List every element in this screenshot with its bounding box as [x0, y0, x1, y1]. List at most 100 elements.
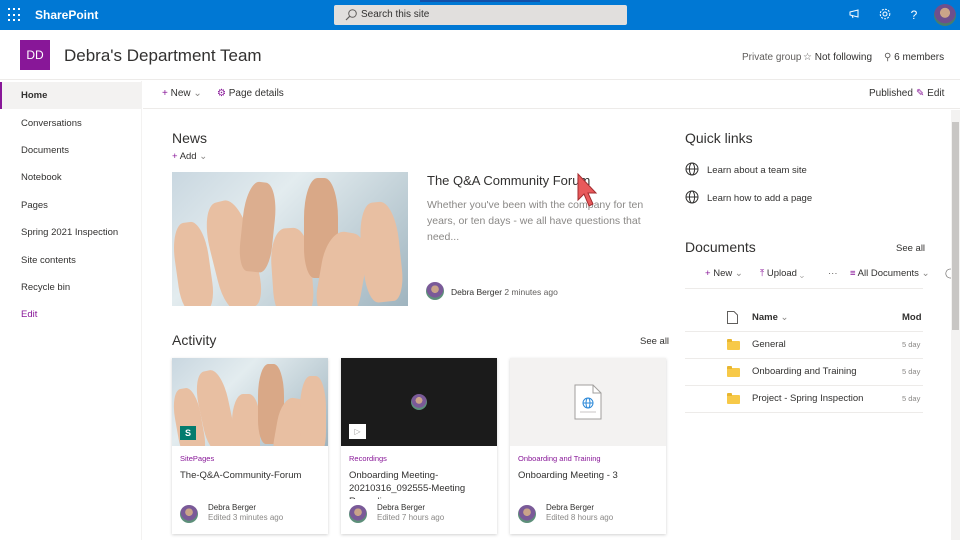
star-icon: ☆ — [803, 52, 812, 63]
news-add-button[interactable]: + Add ⌄ — [172, 151, 207, 162]
site-logo[interactable]: DD — [20, 40, 50, 70]
mouse-cursor-icon — [577, 172, 598, 207]
card-author: Debra Berger — [546, 503, 595, 512]
scrollbar-thumb[interactable] — [952, 122, 959, 330]
edit-button[interactable]: ✎ Edit — [916, 88, 944, 99]
card-thumbnail: S — [172, 358, 328, 446]
search-input[interactable]: Search this site — [334, 5, 627, 25]
app-brand[interactable]: SharePoint — [35, 8, 98, 22]
document-row-modified: 5 day — [902, 340, 921, 349]
upload-icon: ⤒ — [760, 268, 765, 279]
chevron-down-icon: ⌄ — [199, 151, 208, 162]
chevron-down-icon: ⌄ — [780, 312, 789, 323]
avatar[interactable] — [934, 4, 956, 26]
nav-item-conversations[interactable]: Conversations — [0, 110, 142, 137]
document-row-name[interactable]: Onboarding and Training — [752, 366, 857, 377]
documents-see-all-link[interactable]: See all — [896, 243, 925, 254]
search-accent — [420, 0, 540, 2]
chevron-down-icon: ⌄ — [734, 268, 743, 279]
new-button[interactable]: + New ⌄ — [162, 88, 202, 99]
nav-item-home[interactable]: Home — [0, 82, 142, 109]
news-heading: News — [172, 130, 208, 146]
activity-see-all-link[interactable]: See all — [640, 336, 669, 347]
card-avatar — [518, 505, 536, 523]
nav-item-notebook[interactable]: Notebook — [0, 164, 142, 191]
nav-edit-link[interactable]: Edit — [0, 301, 142, 328]
chevron-down-icon: ⌄ — [799, 268, 805, 279]
divider — [685, 385, 923, 386]
privacy-label: Private group — [742, 52, 802, 63]
divider — [685, 331, 923, 332]
members-label: 6 members — [894, 52, 945, 63]
divider — [685, 288, 923, 289]
column-header-name[interactable]: Name ⌄ — [752, 312, 788, 323]
view-selector[interactable]: ≡ All Documents ⌄ — [850, 268, 930, 279]
activity-card[interactable]: ▷ Recordings Onboarding Meeting-20210316… — [341, 358, 497, 534]
column-header-modified[interactable]: Mod — [902, 312, 922, 323]
nav-item-pages[interactable]: Pages — [0, 192, 142, 219]
nav-item-recycle-bin[interactable]: Recycle bin — [0, 274, 142, 301]
card-title: Onboarding Meeting-20210316_092555-Meeti… — [349, 470, 466, 499]
nav-item-spring-inspection[interactable]: Spring 2021 Inspection — [0, 219, 142, 246]
video-play-icon: ▷ — [349, 424, 366, 439]
news-title[interactable]: The Q&A Community Forum — [427, 173, 590, 188]
view-label: All Documents — [857, 268, 919, 279]
page-scrollbar[interactable] — [951, 110, 960, 540]
activity-card[interactable]: Onboarding and Training Onboarding Meeti… — [510, 358, 666, 534]
activity-card[interactable]: S SitePages The-Q&A-Community-Forum Debr… — [172, 358, 328, 534]
site-title[interactable]: Debra's Department Team — [64, 46, 262, 66]
folder-icon — [727, 393, 740, 404]
document-row-modified: 5 day — [902, 367, 921, 376]
folder-icon — [727, 339, 740, 350]
activity-heading: Activity — [172, 332, 217, 348]
edit-label: Edit — [927, 88, 945, 99]
left-nav: Home Conversations Documents Notebook Pa… — [0, 81, 142, 540]
recording-avatar — [411, 394, 427, 410]
documents-heading: Documents — [685, 239, 756, 255]
card-edited: Edited 8 hours ago — [546, 513, 614, 522]
doc-new-button[interactable]: + New ⌄ — [705, 268, 743, 279]
page-details-button[interactable]: ⚙ Page details — [217, 88, 284, 99]
add-label: Add — [179, 151, 197, 162]
document-row-name[interactable]: General — [752, 339, 786, 350]
document-row-modified: 5 day — [902, 394, 921, 403]
members-button[interactable]: ⚲ 6 members — [884, 52, 944, 63]
card-title: The-Q&A-Community-Forum — [180, 470, 302, 481]
news-byline: Debra Berger 2 minutes ago — [451, 287, 558, 297]
help-icon[interactable]: ? — [906, 7, 922, 23]
quick-link[interactable]: Learn how to add a page — [707, 193, 812, 204]
name-header-label: Name — [752, 312, 778, 323]
pencil-icon: ✎ — [916, 88, 925, 99]
new-label: New — [170, 88, 191, 99]
nav-item-documents[interactable]: Documents — [0, 137, 142, 164]
megaphone-icon[interactable] — [847, 7, 863, 23]
publish-status: Published — [869, 88, 913, 99]
news-image[interactable] — [172, 172, 408, 306]
chevron-down-icon: ⌄ — [193, 88, 202, 99]
card-author: Debra Berger — [377, 503, 426, 512]
follow-label: Not following — [814, 52, 873, 63]
view-list-icon: ≡ — [850, 268, 856, 279]
news-time: 2 minutes ago — [504, 287, 558, 297]
plus-icon: + — [172, 151, 178, 162]
folder-icon — [727, 366, 740, 377]
quick-link[interactable]: Learn about a team site — [707, 165, 807, 176]
plus-icon: + — [705, 268, 711, 279]
divider — [685, 358, 923, 359]
waffle-icon[interactable] — [8, 8, 22, 22]
card-author: Debra Berger — [208, 503, 257, 512]
plus-icon: + — [162, 88, 168, 99]
nav-item-site-contents[interactable]: Site contents — [0, 247, 142, 274]
chevron-down-icon: ⌄ — [921, 268, 930, 279]
follow-button[interactable]: ☆ Not following — [803, 52, 872, 63]
more-options-button[interactable]: ··· — [828, 268, 838, 279]
news-description: Whether you've been with the company for… — [427, 199, 644, 243]
upload-button[interactable]: ⤒ Upload ⌄ — [760, 268, 804, 279]
document-row-name[interactable]: Project - Spring Inspection — [752, 393, 863, 404]
card-library: Onboarding and Training — [518, 454, 601, 463]
sharepoint-badge-icon: S — [180, 426, 196, 440]
quick-links-heading: Quick links — [685, 130, 753, 146]
divider — [685, 412, 923, 413]
card-title: Onboarding Meeting - 3 — [518, 470, 618, 481]
gear-icon[interactable] — [877, 7, 893, 23]
